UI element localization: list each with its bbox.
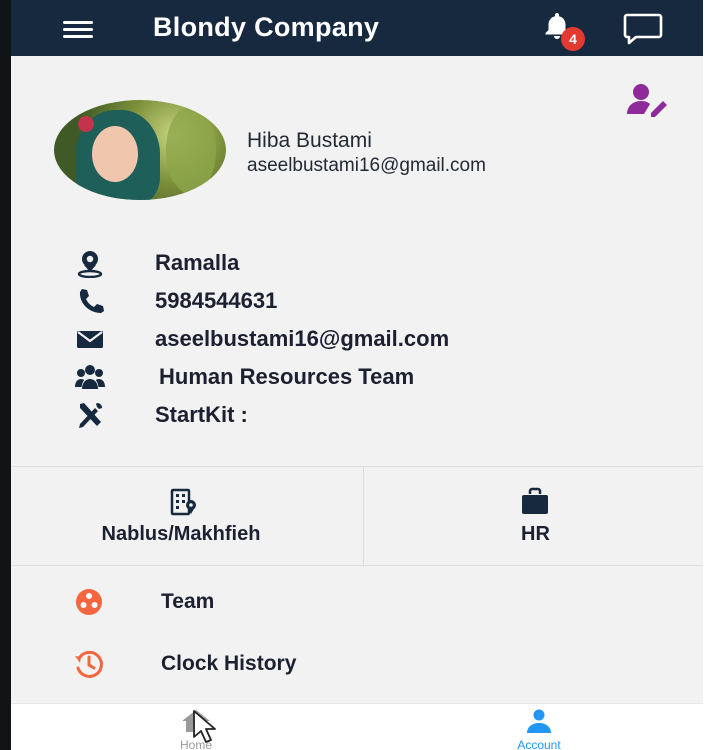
notification-badge: 4 xyxy=(561,27,585,51)
detail-startkit-text: StartKit : xyxy=(155,402,248,427)
nav-account-label: Account xyxy=(517,738,561,750)
app-title: Blondy Company xyxy=(153,12,380,42)
department-stat[interactable]: HR xyxy=(364,467,703,567)
nav-account[interactable]: Account xyxy=(479,704,599,750)
phone-icon xyxy=(79,289,104,313)
detail-location-text: Ramalla xyxy=(155,250,240,275)
menu-item-team[interactable]: Team xyxy=(11,580,703,626)
device-edge xyxy=(0,0,11,750)
detail-location: Ramalla xyxy=(11,246,703,280)
envelope-icon xyxy=(77,331,103,348)
menu-item-clock-history-label: Clock History xyxy=(161,652,297,675)
screenshot-frame: Blondy Company 4 Hiba Bustami aseelbusta… xyxy=(0,0,709,750)
edit-profile-icon[interactable] xyxy=(627,82,671,118)
user-name: Hiba Bustami xyxy=(247,129,372,152)
building-location-icon xyxy=(170,488,196,516)
detail-phone-text: 5984544631 xyxy=(155,288,278,313)
detail-startkit: StartKit : xyxy=(11,398,703,432)
branch-stat[interactable]: Nablus/Makhfieh xyxy=(11,467,363,567)
location-pin-icon xyxy=(77,251,103,278)
account-icon xyxy=(527,709,551,733)
notifications-button[interactable]: 4 xyxy=(541,10,585,51)
hamburger-menu-icon[interactable] xyxy=(63,20,93,40)
avatar xyxy=(54,100,226,200)
chat-button[interactable] xyxy=(623,12,663,46)
app-header: Blondy Company 4 xyxy=(11,0,703,56)
team-circle-icon xyxy=(76,589,102,615)
clock-history-icon xyxy=(75,650,103,678)
department-label: HR xyxy=(521,523,550,545)
branch-label: Nablus/Makhfieh xyxy=(101,523,261,545)
chat-bubble-icon xyxy=(623,13,663,45)
detail-email-text: aseelbustami16@gmail.com xyxy=(155,326,450,351)
briefcase-icon xyxy=(522,487,548,514)
mouse-cursor-icon xyxy=(193,710,216,743)
tools-icon xyxy=(79,403,102,428)
team-group-icon xyxy=(75,365,105,389)
user-email: aseelbustami16@gmail.com xyxy=(247,155,486,176)
menu-item-team-label: Team xyxy=(161,590,215,613)
app-screen: Blondy Company 4 Hiba Bustami aseelbusta… xyxy=(11,0,703,750)
detail-phone: 5984544631 xyxy=(11,284,703,318)
detail-team: Human Resources Team xyxy=(11,360,703,394)
bottom-navigation: Home Account xyxy=(11,703,703,750)
detail-team-text: Human Resources Team xyxy=(159,364,415,389)
menu-item-clock-history[interactable]: Clock History xyxy=(11,642,703,688)
detail-email: aseelbustami16@gmail.com xyxy=(11,322,703,356)
info-stats: Nablus/Makhfieh HR xyxy=(11,466,703,567)
